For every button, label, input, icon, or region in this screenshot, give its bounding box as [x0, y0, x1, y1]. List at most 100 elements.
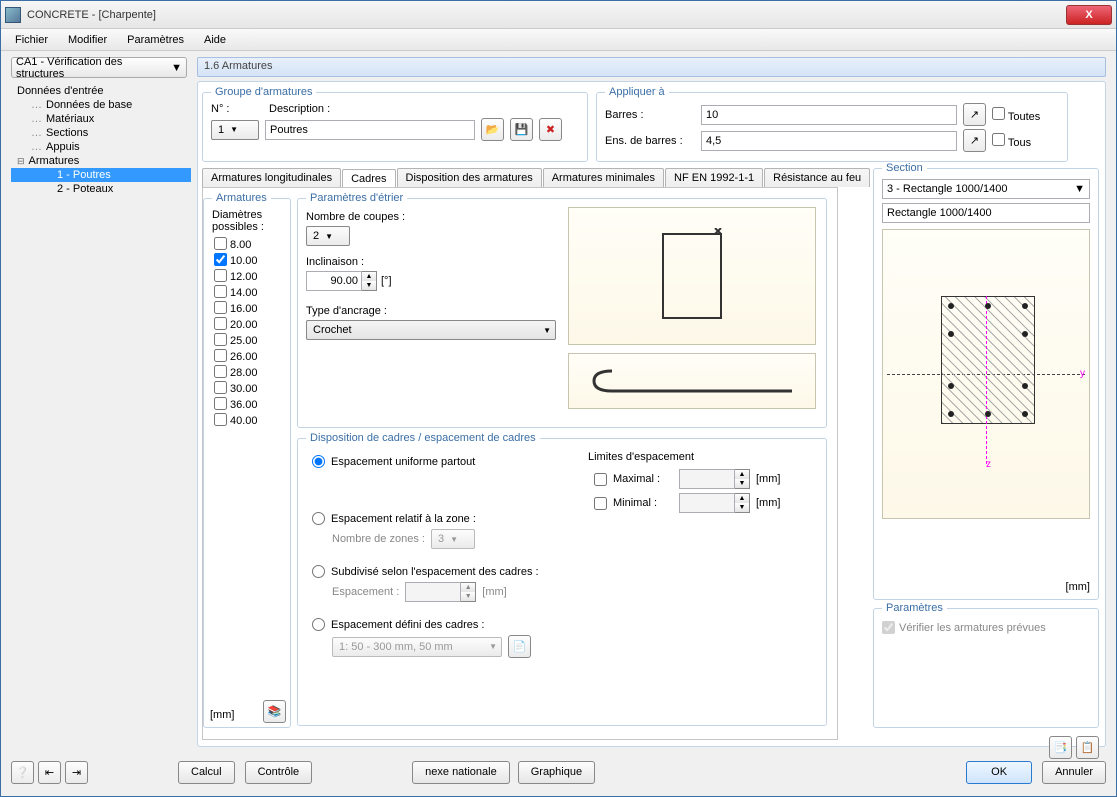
pick-barres-icon[interactable]: ↗	[963, 103, 986, 126]
ens-input[interactable]	[701, 131, 957, 151]
barres-input[interactable]	[701, 105, 957, 125]
chevron-down-icon: ▼	[230, 125, 238, 134]
groupbox-title-pars: Paramètres	[882, 602, 947, 614]
menu-aide[interactable]: Aide	[194, 32, 236, 48]
diam-16[interactable]: 16.00	[212, 299, 282, 315]
anchor-preview	[568, 353, 816, 409]
pick-ens-icon[interactable]: ↗	[963, 129, 986, 152]
chevron-down-icon: ▼	[171, 62, 182, 74]
section-dropdown[interactable]: 3 - Rectangle 1000/1400▼	[882, 179, 1090, 199]
save-icon[interactable]: 💾	[510, 118, 533, 141]
report-icon[interactable]: 📑	[1049, 736, 1072, 759]
module-dropdown[interactable]: CA1 - Vérification des structures ▼	[11, 57, 187, 78]
tab-minimales[interactable]: Armatures minimales	[543, 168, 664, 187]
check-maximal[interactable]	[594, 473, 607, 486]
radio-uniforme[interactable]	[312, 455, 325, 468]
delete-icon[interactable]: ✖	[539, 118, 562, 141]
tab-disposition[interactable]: Disposition des armatures	[397, 168, 542, 187]
inclinaison-spinner[interactable]: ▲▼	[306, 271, 377, 291]
groupbox-title-param: Paramètres d'étrier	[306, 192, 407, 204]
diam-30[interactable]: 30.00	[212, 379, 282, 395]
groupbox-title-groupe: Groupe d'armatures	[211, 86, 316, 98]
tree-item-poteaux[interactable]: 2 - Poteaux	[11, 182, 191, 196]
unit-mm: [mm]	[210, 709, 234, 721]
ancrage-dropdown[interactable]: Crochet▼	[306, 320, 556, 340]
radio-defini[interactable]	[312, 618, 325, 631]
stirrup-preview	[568, 207, 816, 345]
nav-tree: Données d'entrée Données de base Matéria…	[11, 84, 191, 196]
label-barres: Barres :	[605, 109, 695, 121]
radio-relatif[interactable]	[312, 512, 325, 525]
page-title: 1.6 Armatures	[197, 57, 1106, 77]
label-num: N° :	[211, 103, 263, 115]
radio-subdivise[interactable]	[312, 565, 325, 578]
window-title: CONCRETE - [Charpente]	[27, 9, 1066, 21]
tree-item-donnees[interactable]: Données de base	[11, 98, 191, 112]
diam-8[interactable]: 8.00	[212, 235, 282, 251]
label-limites: Limites d'espacement	[588, 451, 818, 463]
menu-modifier[interactable]: Modifier	[58, 32, 117, 48]
checkbox-tous[interactable]: Tous	[992, 133, 1031, 149]
module-dropdown-label: CA1 - Vérification des structures	[16, 56, 171, 80]
label-diametres: Diamètres possibles :	[212, 209, 282, 233]
defini-dropdown: 1: 50 - 300 mm, 50 mm▼	[332, 637, 502, 657]
tree-root[interactable]: Données d'entrée	[11, 84, 191, 98]
label-desc: Description :	[269, 103, 330, 115]
ok-button[interactable]: OK	[966, 761, 1032, 784]
tab-nfen[interactable]: NF EN 1992-1-1	[665, 168, 763, 187]
groupbox-title-section: Section	[882, 162, 927, 174]
annexe-button[interactable]: nexe nationale	[412, 761, 510, 784]
tab-cadres[interactable]: Cadres	[342, 169, 395, 188]
tab-feu[interactable]: Résistance au feu	[764, 168, 870, 187]
tree-item-poutres[interactable]: 1 - Poutres	[11, 168, 191, 182]
diam-lib-icon[interactable]: 📚	[263, 700, 286, 723]
groupbox-title-armatures: Armatures	[212, 192, 271, 204]
diam-40[interactable]: 40.00	[212, 411, 282, 427]
diam-36[interactable]: 36.00	[212, 395, 282, 411]
diam-28[interactable]: 28.00	[212, 363, 282, 379]
graphique-button[interactable]: Graphique	[518, 761, 595, 784]
desc-input[interactable]	[265, 120, 475, 140]
tree-item-armatures[interactable]: Armatures	[11, 154, 191, 168]
maximal-spinner: ▲▼	[679, 469, 750, 489]
load-icon[interactable]: 📂	[481, 118, 504, 141]
check-verifier: Vérifier les armatures prévues	[882, 621, 1090, 634]
close-button[interactable]: X	[1066, 5, 1112, 25]
cancel-button[interactable]: Annuler	[1042, 761, 1106, 784]
menubar: Fichier Modifier Paramètres Aide	[1, 29, 1116, 51]
prev-icon[interactable]: ⇤	[38, 761, 61, 784]
tree-item-materiaux[interactable]: Matériaux	[11, 112, 191, 126]
nb-coupes-dropdown[interactable]: 2▼	[306, 226, 350, 246]
num-dropdown[interactable]: 1▼	[211, 120, 259, 140]
diam-26[interactable]: 26.00	[212, 347, 282, 363]
menu-parametres[interactable]: Paramètres	[117, 32, 194, 48]
section-preview: y z	[882, 229, 1090, 519]
groupbox-title-disposition: Disposition de cadres / espacement de ca…	[306, 432, 540, 444]
tree-item-sections[interactable]: Sections	[11, 126, 191, 140]
diam-25[interactable]: 25.00	[212, 331, 282, 347]
calcul-button[interactable]: Calcul	[178, 761, 235, 784]
controle-button[interactable]: Contrôle	[245, 761, 313, 784]
section-name-input[interactable]	[882, 203, 1090, 223]
tree-item-appuis[interactable]: Appuis	[11, 140, 191, 154]
diam-14[interactable]: 14.00	[212, 283, 282, 299]
checkbox-toutes[interactable]: Toutes	[992, 107, 1040, 123]
groupbox-title-appliquer: Appliquer à	[605, 86, 669, 98]
espacement-spinner: ▲▼	[405, 582, 476, 602]
diam-20[interactable]: 20.00	[212, 315, 282, 331]
details-icon[interactable]: 📋	[1076, 736, 1099, 759]
help-icon[interactable]: ❔	[11, 761, 34, 784]
diameter-list: 8.00 10.00 12.00 14.00 16.00 20.00 25.00…	[212, 235, 282, 427]
diam-12[interactable]: 12.00	[212, 267, 282, 283]
minimal-spinner: ▲▼	[679, 493, 750, 513]
defini-edit-icon[interactable]: 📄	[508, 635, 531, 658]
tab-longitudinales[interactable]: Armatures longitudinales	[202, 168, 341, 187]
menu-fichier[interactable]: Fichier	[5, 32, 58, 48]
check-minimal[interactable]	[594, 497, 607, 510]
nb-zones-dropdown: 3▼	[431, 529, 475, 549]
diam-10[interactable]: 10.00	[212, 251, 282, 267]
section-unit: [mm]	[1066, 581, 1090, 593]
next-icon[interactable]: ⇥	[65, 761, 88, 784]
label-ens: Ens. de barres :	[605, 135, 695, 147]
unit-deg: [°]	[381, 275, 392, 287]
